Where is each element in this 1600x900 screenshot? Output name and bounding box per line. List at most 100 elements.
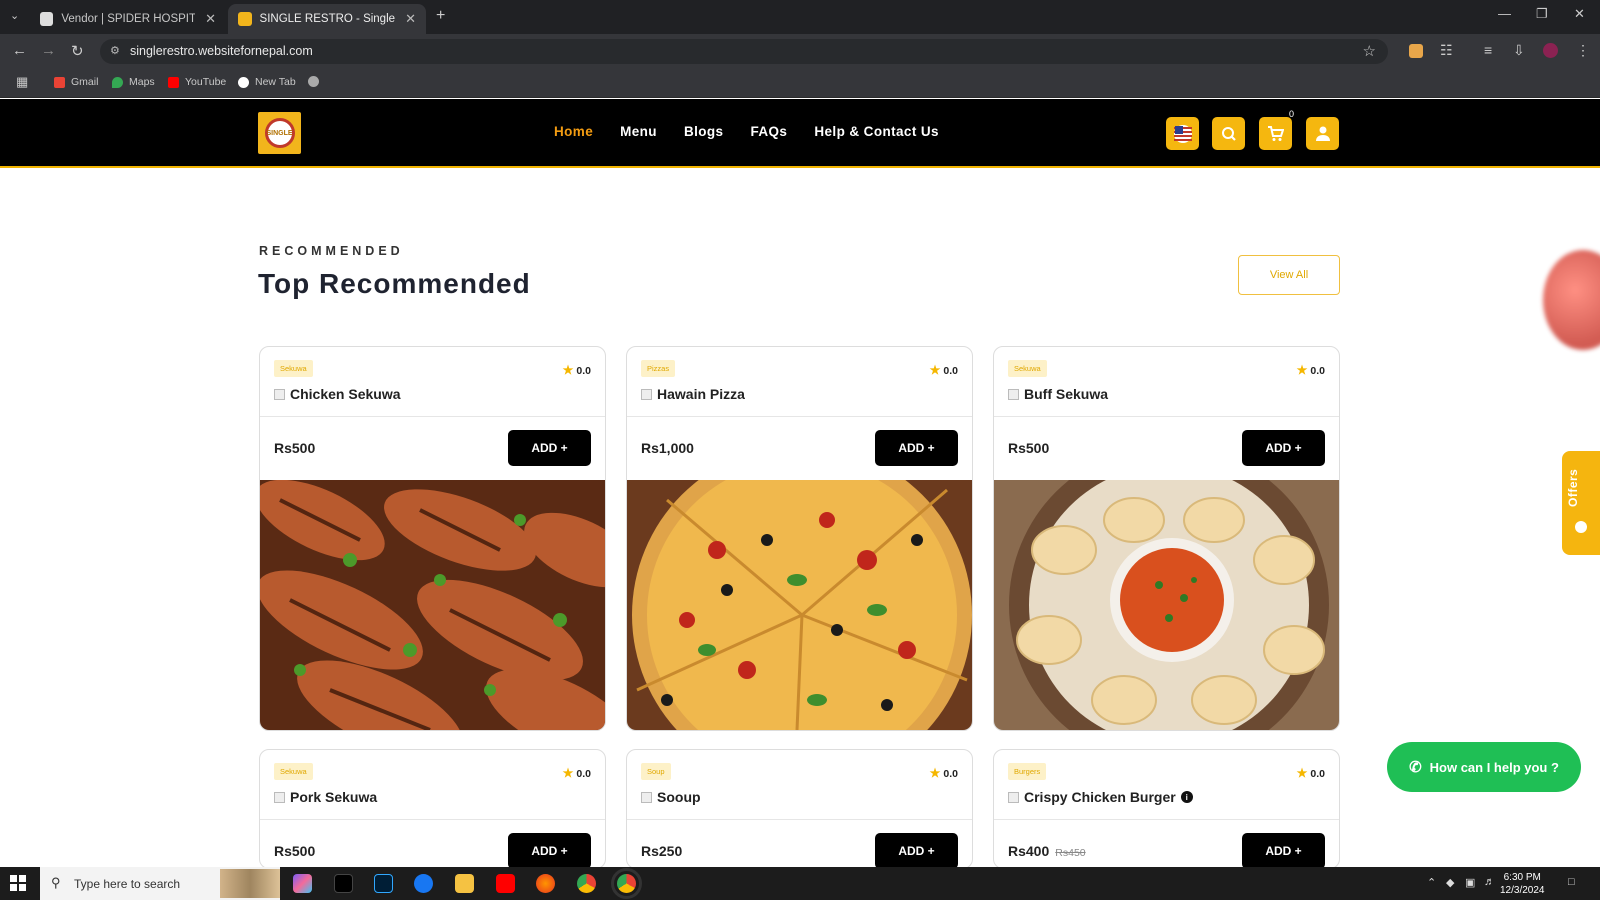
add-label: ADD	[1265, 441, 1292, 455]
tray-chevron-icon[interactable]: ⌃	[1427, 876, 1436, 889]
bookmark-star-icon[interactable]: ☆	[1363, 42, 1376, 60]
veg-indicator-icon	[1008, 388, 1019, 400]
language-button[interactable]	[1166, 117, 1199, 150]
back-icon[interactable]: ←	[12, 42, 27, 59]
youtube-icon	[168, 76, 179, 88]
profile-avatar-icon[interactable]	[1543, 43, 1558, 58]
nav-menu[interactable]: Menu	[620, 124, 657, 139]
tab-search-icon[interactable]: ⌄	[10, 9, 19, 22]
view-all-button[interactable]: View All	[1238, 255, 1340, 295]
bookmark-maps[interactable]: Maps	[112, 76, 155, 88]
copilot-icon[interactable]	[293, 874, 312, 893]
product-card: Sekuwa ★ 0.0 Buff Sekuwa Rs500 ADD +	[993, 346, 1340, 731]
add-to-cart-button[interactable]: ADD +	[508, 430, 591, 466]
windows-start-icon[interactable]	[10, 875, 26, 891]
veg-indicator-icon	[641, 388, 652, 400]
add-label: ADD	[1265, 844, 1292, 858]
product-image-grilled-chicken[interactable]	[260, 480, 605, 730]
chrome-active-icon[interactable]	[611, 868, 642, 899]
add-label: ADD	[531, 441, 558, 455]
help-button-label: How can I help you ?	[1429, 759, 1559, 775]
download-icon[interactable]: ⇩	[1513, 42, 1525, 59]
plus-icon: +	[560, 441, 568, 455]
chrome-icon[interactable]	[577, 874, 596, 893]
bookmark-new-tab[interactable]: New Tab	[238, 76, 296, 88]
bookmark-youtube[interactable]: YouTube	[168, 76, 226, 88]
minimize-icon[interactable]: —	[1498, 6, 1511, 21]
offers-tab[interactable]: Offers	[1562, 451, 1600, 555]
apps-grid-icon[interactable]: ▦	[16, 74, 28, 90]
star-icon: ★	[929, 766, 941, 780]
close-window-icon[interactable]: ✕	[1574, 6, 1585, 22]
cart-count-badge: 0	[1289, 109, 1295, 119]
nav-help-contact[interactable]: Help & Contact Us	[814, 124, 939, 139]
add-to-cart-button[interactable]: ADD +	[1242, 833, 1325, 868]
photoshop-icon[interactable]	[374, 874, 393, 893]
section-eyebrow: RECOMMENDED	[259, 244, 404, 258]
bookmark-label: Gmail	[71, 76, 99, 88]
site-logo[interactable]: SINGLE	[258, 112, 301, 154]
tiktok-icon[interactable]	[334, 874, 353, 893]
add-to-cart-button[interactable]: ADD +	[875, 833, 958, 868]
more-menu-icon[interactable]: ⋮	[1576, 42, 1590, 59]
logo-text: SINGLE	[266, 129, 293, 137]
plus-icon[interactable]: +	[436, 7, 445, 25]
cart-button[interactable]	[1259, 117, 1292, 150]
firefox-icon[interactable]	[536, 874, 555, 893]
reload-icon[interactable]: ↻	[71, 42, 84, 60]
add-to-cart-button[interactable]: ADD +	[508, 833, 591, 868]
help-chat-button[interactable]: ✆ How can I help you ?	[1387, 742, 1581, 792]
product-image-pizza[interactable]	[627, 480, 972, 730]
extensions-puzzle-icon[interactable]: ☷	[1440, 42, 1453, 59]
notifications-icon[interactable]: □	[1568, 876, 1575, 888]
add-to-cart-button[interactable]: ADD +	[1242, 430, 1325, 466]
rating-value: 0.0	[1310, 365, 1325, 377]
bookmark-label: YouTube	[185, 76, 227, 88]
youtube-app-icon[interactable]	[496, 874, 515, 893]
nav-home[interactable]: Home	[554, 124, 593, 139]
rating-value: 0.0	[576, 365, 591, 377]
media-queue-icon[interactable]: ≡	[1484, 42, 1492, 58]
address-bar[interactable]: ⚙ singlerestro.websitefornepal.com ☆	[100, 39, 1388, 64]
close-tab-icon[interactable]: ✕	[405, 11, 416, 27]
product-name[interactable]: Buff Sekuwa	[1008, 386, 1108, 402]
product-name[interactable]: Chicken Sekuwa	[274, 386, 401, 402]
browser-tab-single-restro[interactable]: SINGLE RESTRO - Single Restau ✕	[228, 4, 426, 34]
close-tab-icon[interactable]: ✕	[205, 11, 216, 27]
nav-blogs[interactable]: Blogs	[684, 124, 724, 139]
product-name-text: Pork Sekuwa	[290, 789, 378, 805]
restore-icon[interactable]: ❐	[1536, 6, 1548, 22]
add-to-cart-button[interactable]: ADD +	[875, 430, 958, 466]
network-icon[interactable]: ▣	[1465, 876, 1475, 889]
taskbar-clock[interactable]: 6:30 PM 12/3/2024	[1500, 871, 1545, 897]
security-icon[interactable]: ◆	[1446, 876, 1454, 889]
product-name[interactable]: Crispy Chicken Burger i	[1008, 789, 1193, 805]
taskbar-search-box[interactable]: ⚲ Type here to search	[40, 867, 280, 900]
site-info-icon[interactable]: ⚙	[110, 44, 120, 57]
add-label: ADD	[898, 844, 925, 858]
globe-icon[interactable]	[308, 76, 325, 87]
forward-icon[interactable]: →	[41, 42, 56, 59]
windows-taskbar: ⚲ Type here to search ⌃ ◆ ▣ ♬ 6:30 PM 12…	[0, 867, 1600, 900]
search-button[interactable]	[1212, 117, 1245, 150]
browser-tab-vendor[interactable]: Vendor | SPIDER HOSPITALITY F ✕	[30, 4, 226, 34]
star-icon: ★	[1296, 766, 1308, 780]
product-name[interactable]: Sooup	[641, 789, 701, 805]
bookmark-gmail[interactable]: Gmail	[54, 76, 98, 88]
info-icon[interactable]: i	[1180, 791, 1193, 803]
account-button[interactable]	[1306, 117, 1339, 150]
maps-icon	[112, 76, 123, 88]
us-flag-icon	[1173, 124, 1192, 143]
cart-icon	[1268, 125, 1284, 141]
volume-icon[interactable]: ♬	[1484, 876, 1495, 888]
file-explorer-icon[interactable]	[455, 874, 474, 893]
product-image-momo-plate[interactable]	[994, 480, 1339, 730]
extension-icon[interactable]	[1409, 44, 1423, 58]
product-name[interactable]: Hawain Pizza	[641, 386, 745, 402]
product-price: Rs400 Rs450	[1008, 843, 1086, 859]
product-price: Rs500	[274, 440, 316, 456]
facebook-icon[interactable]	[414, 874, 433, 893]
google-icon	[238, 76, 249, 88]
product-name[interactable]: Pork Sekuwa	[274, 789, 377, 805]
nav-faqs[interactable]: FAQs	[750, 124, 787, 139]
